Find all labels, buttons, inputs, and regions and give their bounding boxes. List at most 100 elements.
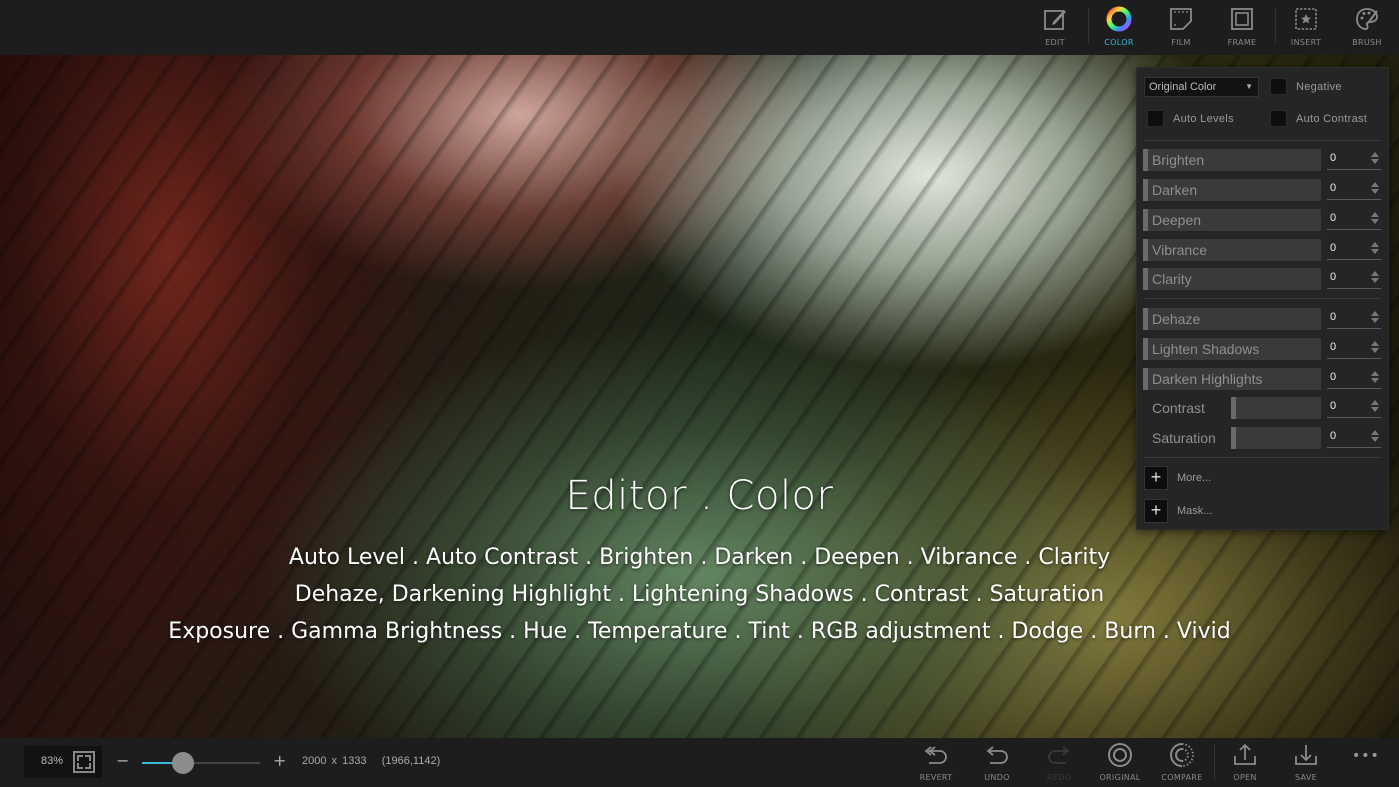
slider-thumb[interactable] <box>1231 397 1236 419</box>
checkbox-box[interactable] <box>1270 78 1287 95</box>
spinner-icon[interactable] <box>1371 371 1379 385</box>
dehaze-slider[interactable]: Dehaze <box>1143 308 1321 330</box>
open-button[interactable]: OPEN <box>1217 742 1273 784</box>
spinner-icon[interactable] <box>1371 182 1379 196</box>
undo-button[interactable]: UNDO <box>969 742 1025 784</box>
darken-highlights-row: Darken Highlights 0 <box>1143 368 1383 390</box>
zoom-out-button[interactable]: − <box>116 751 129 770</box>
darken-value-input[interactable]: 0 <box>1327 180 1381 200</box>
slider-track[interactable] <box>1231 397 1321 419</box>
auto-levels-checkbox[interactable]: Auto Levels <box>1147 110 1234 127</box>
revert-button[interactable]: REVERT <box>908 742 964 784</box>
tool-frame[interactable]: FRAME <box>1217 6 1267 50</box>
tool-color[interactable]: COLOR <box>1094 6 1144 50</box>
spinner-icon[interactable] <box>1371 341 1379 355</box>
slider-thumb[interactable] <box>1143 239 1148 261</box>
lighten-shadows-value: 0 <box>1330 341 1337 353</box>
toolbar-divider <box>1214 744 1215 780</box>
slider-thumb[interactable] <box>1143 338 1148 360</box>
slider-thumb[interactable] <box>1143 209 1148 231</box>
negative-checkbox[interactable]: Negative <box>1270 78 1342 95</box>
compare-button[interactable]: COMPARE <box>1154 742 1210 784</box>
deepen-label: Deepen <box>1152 212 1202 228</box>
slider-thumb[interactable] <box>1231 427 1236 449</box>
saturation-label: Saturation <box>1152 430 1216 446</box>
deepen-slider[interactable]: Deepen <box>1143 209 1321 231</box>
brush-palette-icon <box>1354 6 1380 32</box>
lighten-shadows-label: Lighten Shadows <box>1152 341 1260 357</box>
color-mode-value: Original Color <box>1149 81 1217 93</box>
auto-contrast-checkbox[interactable]: Auto Contrast <box>1270 110 1367 127</box>
dehaze-value: 0 <box>1330 311 1337 323</box>
slider-thumb[interactable] <box>1143 308 1148 330</box>
darken-slider[interactable]: Darken <box>1143 179 1321 201</box>
clarity-value-input[interactable]: 0 <box>1327 269 1381 289</box>
spinner-icon[interactable] <box>1371 400 1379 414</box>
deepen-row: Deepen 0 <box>1143 209 1383 231</box>
checkbox-box[interactable] <box>1147 110 1164 127</box>
slider-thumb[interactable] <box>1143 149 1148 171</box>
slider-thumb[interactable] <box>1143 368 1148 390</box>
lighten-shadows-value-input[interactable]: 0 <box>1327 339 1381 359</box>
plus-icon[interactable]: + <box>1144 466 1168 490</box>
fit-to-screen-icon[interactable] <box>73 751 95 773</box>
tool-brush[interactable]: BRUSH <box>1342 6 1392 50</box>
brighten-value-input[interactable]: 0 <box>1327 150 1381 170</box>
plus-icon[interactable]: + <box>1144 499 1168 523</box>
revert-label: REVERT <box>919 773 953 782</box>
slider-thumb[interactable] <box>1143 179 1148 201</box>
original-label: ORIGINAL <box>1099 773 1141 782</box>
vibrance-value-input[interactable]: 0 <box>1327 240 1381 260</box>
dehaze-value-input[interactable]: 0 <box>1327 309 1381 329</box>
spinner-icon[interactable] <box>1371 242 1379 256</box>
redo-label: REDO <box>1046 773 1072 782</box>
saturation-slider[interactable]: Saturation <box>1143 427 1321 449</box>
vibrance-slider[interactable]: Vibrance <box>1143 239 1321 261</box>
image-info: 2000 x 1333 (1966,1142) <box>302 755 440 767</box>
toolbar-divider <box>1088 8 1089 44</box>
redo-icon <box>1046 742 1072 768</box>
contrast-slider[interactable]: Contrast <box>1143 397 1321 419</box>
divider <box>1144 298 1381 299</box>
spinner-icon[interactable] <box>1371 212 1379 226</box>
zoom-box: 83% <box>24 746 102 778</box>
tool-insert-label: INSERT <box>1290 38 1322 47</box>
lighten-shadows-slider[interactable]: Lighten Shadows <box>1143 338 1321 360</box>
clarity-value: 0 <box>1330 271 1337 283</box>
cursor-coordinates: (1966,1142) <box>381 755 441 767</box>
original-button[interactable]: ORIGINAL <box>1092 742 1148 784</box>
zoom-slider[interactable] <box>142 752 260 774</box>
mask-button[interactable]: + Mask... <box>1144 499 1212 523</box>
deepen-value: 0 <box>1330 212 1337 224</box>
tool-film[interactable]: FILM <box>1156 6 1206 50</box>
tool-edit[interactable]: EDIT <box>1030 6 1080 50</box>
spinner-icon[interactable] <box>1371 430 1379 444</box>
redo-button[interactable]: REDO <box>1031 742 1087 784</box>
divider <box>1144 140 1381 141</box>
spinner-icon[interactable] <box>1371 271 1379 285</box>
color-mode-select[interactable]: Original Color ▼ <box>1144 77 1259 97</box>
checkbox-box[interactable] <box>1270 110 1287 127</box>
more-button[interactable]: + More... <box>1144 466 1211 490</box>
zoom-in-button[interactable]: + <box>273 751 286 770</box>
spinner-icon[interactable] <box>1371 311 1379 325</box>
vibrance-label: Vibrance <box>1152 242 1208 258</box>
brighten-slider[interactable]: Brighten <box>1143 149 1321 171</box>
overlay-line-2: Dehaze, Darkening Highlight . Lightening… <box>294 582 1105 607</box>
darken-highlights-slider[interactable]: Darken Highlights <box>1143 368 1321 390</box>
original-circle-icon <box>1107 742 1133 768</box>
clarity-slider[interactable]: Clarity <box>1143 268 1321 290</box>
tool-insert[interactable]: INSERT <box>1281 6 1331 50</box>
slider-thumb[interactable] <box>1143 268 1148 290</box>
deepen-value-input[interactable]: 0 <box>1327 210 1381 230</box>
contrast-value-input[interactable]: 0 <box>1327 398 1381 418</box>
zoom-slider-knob[interactable] <box>172 752 194 774</box>
spinner-icon[interactable] <box>1371 152 1379 166</box>
slider-track[interactable] <box>1231 427 1321 449</box>
saturation-value-input[interactable]: 0 <box>1327 428 1381 448</box>
more-label: More... <box>1177 472 1212 484</box>
more-options-icon[interactable]: ••• <box>1352 748 1380 764</box>
brighten-value: 0 <box>1330 152 1337 164</box>
save-button[interactable]: SAVE <box>1278 742 1334 784</box>
darken-highlights-value-input[interactable]: 0 <box>1327 369 1381 389</box>
